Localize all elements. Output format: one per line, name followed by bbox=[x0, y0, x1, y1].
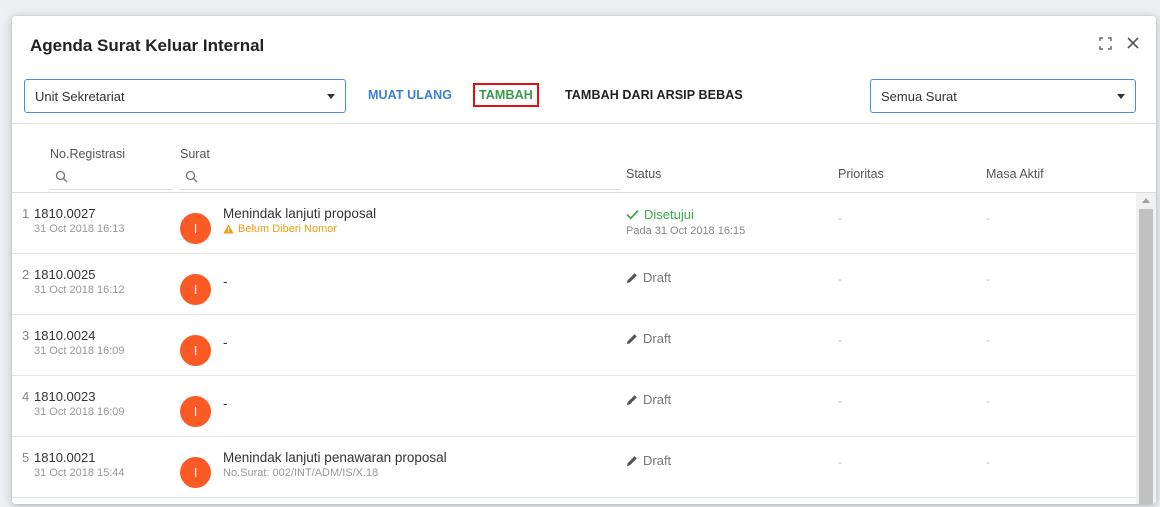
registration-number: 1810.0025 bbox=[34, 267, 96, 282]
window-controls bbox=[1099, 36, 1140, 50]
letter-subject[interactable]: Menindak lanjuti penawaran proposal bbox=[223, 450, 447, 465]
registration-number: 1810.0021 bbox=[34, 450, 96, 465]
tambah-dari-arsip-button[interactable]: TAMBAH DARI ARSIP BEBAS bbox=[565, 88, 743, 102]
table-row[interactable]: 3 1810.0024 31 Oct 2018 16:09 I - Draft - - bbox=[12, 315, 1136, 376]
letter-subtext: Belum Diberi Nomor bbox=[223, 223, 337, 235]
tambah-button[interactable]: TAMBAH bbox=[473, 83, 539, 107]
pencil-icon bbox=[627, 333, 637, 344]
registration-number: 1810.0027 bbox=[34, 206, 96, 221]
chevron-down-icon bbox=[1117, 94, 1125, 99]
surat-filter-select[interactable]: Semua Surat bbox=[870, 79, 1136, 113]
registration-number: 1810.0023 bbox=[34, 389, 96, 404]
row-index: 4 bbox=[22, 389, 30, 404]
toolbar: Unit Sekretariat MUAT ULANG TAMBAH TAMBA… bbox=[24, 79, 1148, 113]
scroll-up-arrow-icon[interactable] bbox=[1142, 198, 1150, 203]
check-icon bbox=[626, 209, 639, 220]
masa-aktif-value: - bbox=[986, 394, 990, 408]
close-icon[interactable] bbox=[1126, 36, 1140, 50]
surat-search-input[interactable] bbox=[180, 166, 620, 190]
registration-date: 31 Oct 2018 16:09 bbox=[34, 345, 125, 357]
warning-icon bbox=[223, 224, 234, 234]
status-badge: Draft bbox=[626, 331, 671, 346]
letter-subtext-label: Belum Diberi Nomor bbox=[238, 223, 338, 235]
status-badge: Disetujui bbox=[626, 207, 694, 222]
registration-date: 31 Oct 2018 15:44 bbox=[34, 467, 125, 479]
status-date: Pada 31 Oct 2018 16:15 bbox=[626, 225, 746, 237]
avatar: I bbox=[180, 457, 211, 488]
pencil-icon bbox=[627, 455, 637, 466]
status-badge: Draft bbox=[626, 453, 671, 468]
registration-date: 31 Oct 2018 16:13 bbox=[34, 223, 125, 235]
registration-number: 1810.0024 bbox=[34, 328, 96, 343]
masa-aktif-value: - bbox=[986, 211, 990, 225]
registration-date: 31 Oct 2018 16:12 bbox=[34, 284, 125, 296]
prioritas-value: - bbox=[838, 394, 842, 408]
table-row[interactable]: 2 1810.0025 31 Oct 2018 16:12 I - Draft - - bbox=[12, 254, 1136, 315]
status-label: Draft bbox=[643, 331, 672, 346]
avatar: I bbox=[180, 335, 211, 366]
masa-aktif-value: - bbox=[986, 272, 990, 286]
pencil-icon bbox=[627, 272, 637, 283]
status-label: Draft bbox=[643, 270, 672, 285]
avatar: I bbox=[180, 396, 211, 427]
surat-filter-value: Semua Surat bbox=[881, 88, 957, 104]
avatar: I bbox=[180, 213, 211, 244]
row-index: 3 bbox=[22, 328, 30, 343]
divider bbox=[12, 123, 1156, 124]
masa-aktif-value: - bbox=[986, 333, 990, 347]
letter-subtext-label: No.Surat: 002/INT/ADM/IS/X.18 bbox=[223, 467, 379, 479]
column-header-registrasi[interactable]: No.Registrasi bbox=[50, 147, 125, 161]
column-header-prioritas[interactable]: Prioritas bbox=[838, 167, 884, 181]
status-label: Draft bbox=[643, 392, 672, 407]
masa-aktif-value: - bbox=[986, 455, 990, 469]
table-row[interactable]: 1 1810.0027 31 Oct 2018 16:13 I Menindak lan… bbox=[12, 193, 1136, 254]
scrollbar[interactable] bbox=[1136, 193, 1156, 504]
row-index: 1 bbox=[22, 206, 30, 221]
prioritas-value: - bbox=[838, 211, 842, 225]
table-row[interactable]: 5 1810.0021 31 Oct 2018 15:44 I Menindak lan… bbox=[12, 437, 1136, 498]
fullscreen-icon[interactable] bbox=[1099, 36, 1112, 50]
letter-subject[interactable]: - bbox=[223, 335, 228, 350]
letter-subject[interactable]: - bbox=[223, 396, 228, 411]
row-index: 2 bbox=[22, 267, 30, 282]
unit-select[interactable]: Unit Sekretariat bbox=[24, 79, 346, 113]
letter-subtext: No.Surat: 002/INT/ADM/IS/X.18 bbox=[223, 467, 378, 479]
status-label: Draft bbox=[643, 453, 672, 468]
letter-subject[interactable]: - bbox=[223, 274, 228, 289]
column-header-surat[interactable]: Surat bbox=[180, 147, 210, 161]
column-header-status[interactable]: Status bbox=[626, 167, 661, 181]
pencil-icon bbox=[627, 394, 637, 405]
status-badge: Draft bbox=[626, 270, 671, 285]
prioritas-value: - bbox=[838, 272, 842, 286]
letter-subject[interactable]: Menindak lanjuti proposal bbox=[223, 206, 376, 221]
muat-ulang-button[interactable]: MUAT ULANG bbox=[368, 88, 452, 102]
table-row[interactable]: 4 1810.0023 31 Oct 2018 16:09 I - Draft - - bbox=[12, 376, 1136, 437]
prioritas-value: - bbox=[838, 455, 842, 469]
dialog-title: Agenda Surat Keluar Internal bbox=[30, 36, 265, 55]
table-body: 1 1810.0027 31 Oct 2018 16:13 I Menindak lan… bbox=[12, 193, 1136, 498]
avatar: I bbox=[180, 274, 211, 305]
unit-select-value: Unit Sekretariat bbox=[35, 88, 125, 104]
chevron-down-icon bbox=[327, 94, 335, 99]
scrollbar-thumb[interactable] bbox=[1139, 209, 1153, 504]
search-icon bbox=[55, 170, 68, 183]
registrasi-search-input[interactable] bbox=[50, 166, 172, 190]
column-header-masa-aktif[interactable]: Masa Aktif bbox=[986, 167, 1044, 181]
agenda-dialog: Agenda Surat Keluar Internal Unit Sekret… bbox=[12, 16, 1156, 504]
registration-date: 31 Oct 2018 16:09 bbox=[34, 406, 125, 418]
row-index: 5 bbox=[22, 450, 30, 465]
status-label: Disetujui bbox=[644, 207, 694, 222]
prioritas-value: - bbox=[838, 333, 842, 347]
search-icon bbox=[185, 170, 198, 183]
status-badge: Draft bbox=[626, 392, 671, 407]
